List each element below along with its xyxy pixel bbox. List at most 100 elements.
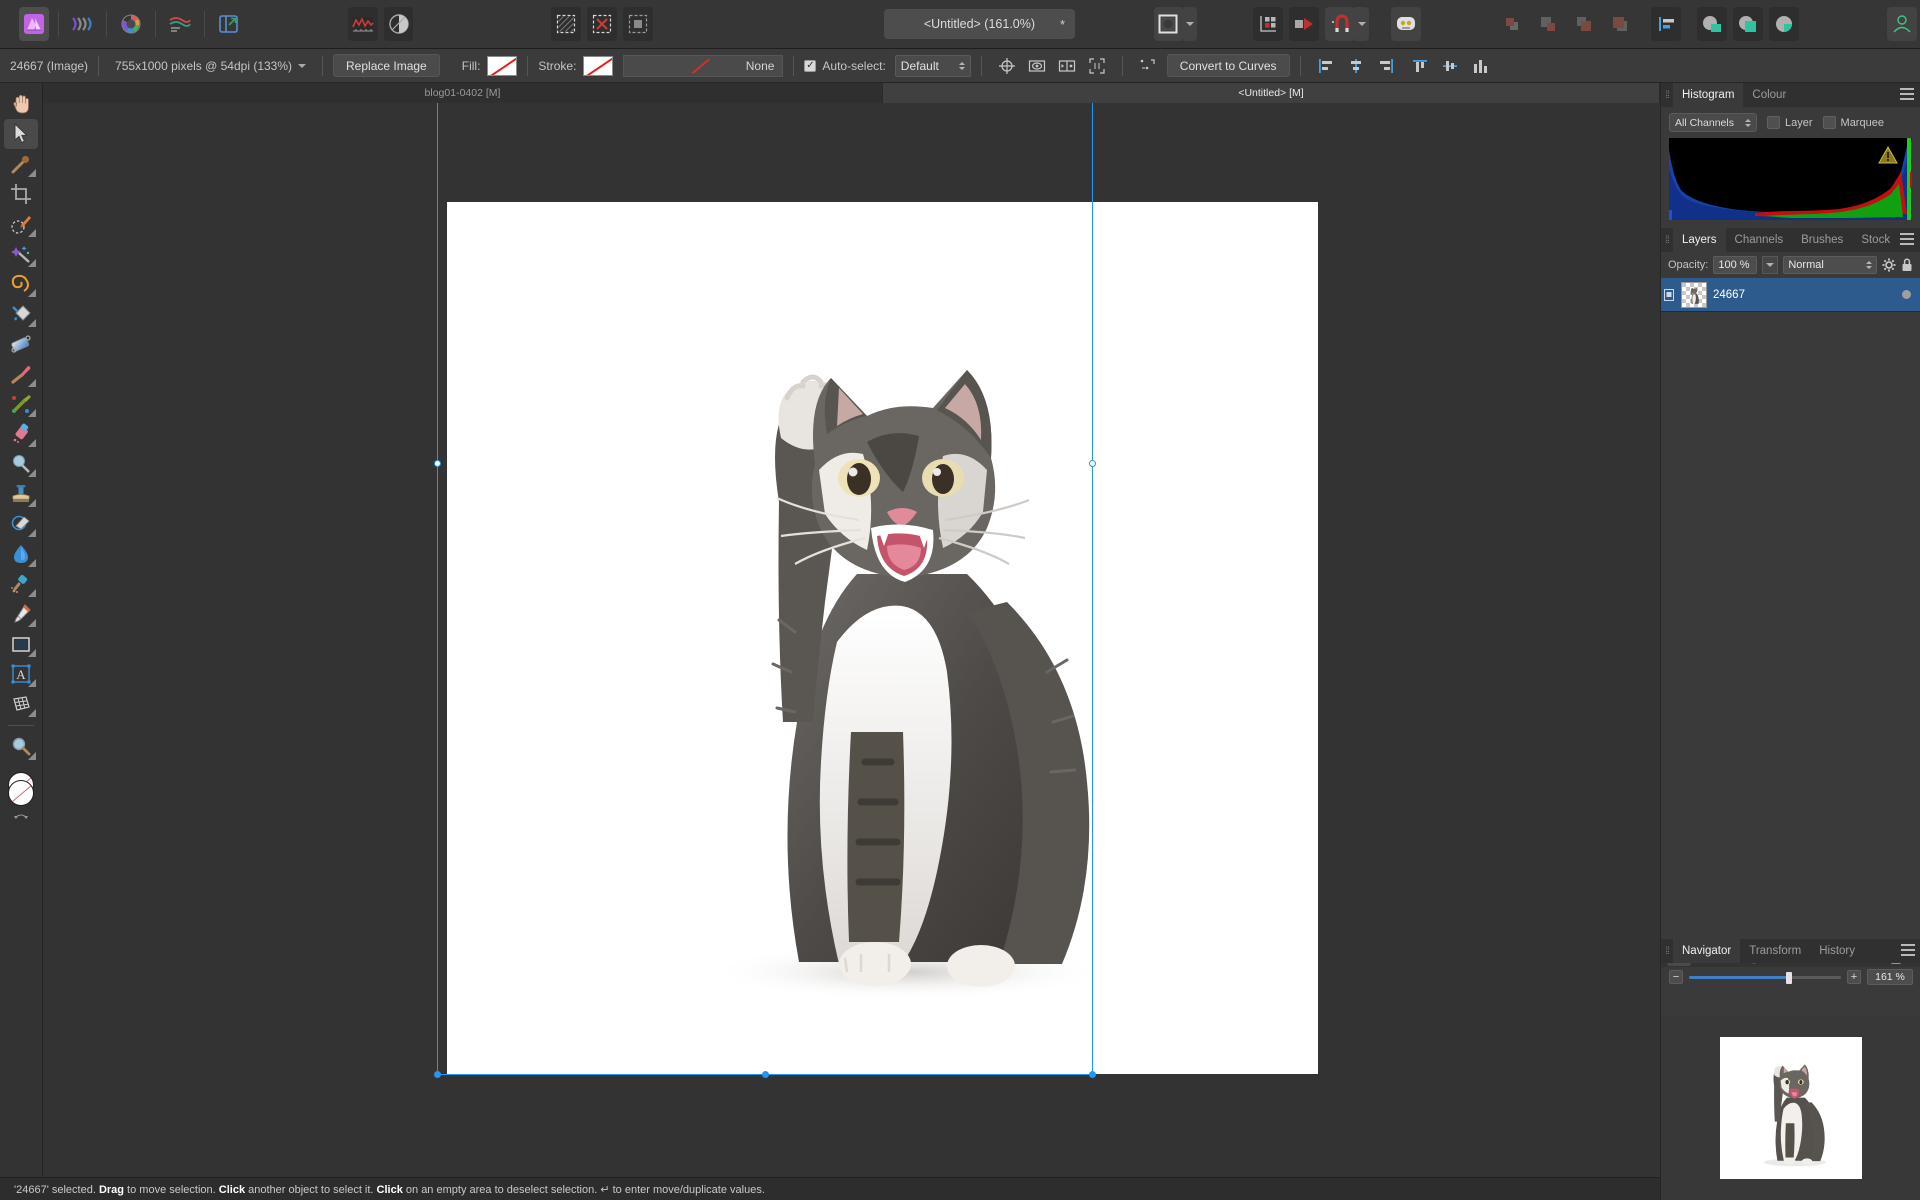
persona-tone-mapping-icon[interactable] <box>165 7 195 41</box>
align-left-icon[interactable] <box>1650 7 1681 41</box>
align-bottom-icon[interactable] <box>1467 53 1493 79</box>
gradient-tool[interactable] <box>4 329 38 359</box>
artistic-text-tool[interactable]: A <box>4 659 38 689</box>
fill-swatch[interactable] <box>487 55 518 76</box>
stroke-width-field[interactable]: None <box>623 54 784 77</box>
zoom-slider[interactable] <box>1689 971 1841 984</box>
selection-handle-bottom-left[interactable] <box>434 1071 441 1078</box>
tab-history[interactable]: History <box>1810 939 1864 963</box>
navigator-thumbnail[interactable] <box>1720 1036 1862 1179</box>
rectangle-tool[interactable] <box>4 629 38 659</box>
persona-develop-icon[interactable] <box>116 7 146 41</box>
align-middle-vertical-icon[interactable] <box>1437 53 1463 79</box>
flood-fill-tool[interactable] <box>4 299 38 329</box>
arrange-forward-icon[interactable] <box>1533 7 1563 41</box>
layers-panel-grip-icon[interactable]: ⁞⁞ <box>1661 235 1673 246</box>
inpainting-brush-tool[interactable] <box>4 509 38 539</box>
persona-liquify-icon[interactable] <box>68 7 98 41</box>
snapping-dropdown-caret[interactable] <box>1354 7 1369 41</box>
blur-brush-tool[interactable] <box>4 539 38 569</box>
tab-layers[interactable]: Layers <box>1673 228 1726 252</box>
adjustment-icon[interactable] <box>347 7 378 41</box>
swap-colours-icon[interactable] <box>12 812 30 821</box>
layer-visibility-toggle[interactable] <box>1902 290 1911 299</box>
mask-icon[interactable] <box>1153 7 1184 41</box>
paint-mixer-brush-tool[interactable] <box>4 389 38 419</box>
document-dimensions-dropdown[interactable]: 755x1000 pixels @ 54dpi (133%) <box>109 54 312 78</box>
selection-brush-tool[interactable] <box>4 209 38 239</box>
tab-histogram[interactable]: Histogram <box>1673 83 1744 107</box>
arrange-behind-icon[interactable] <box>1497 7 1527 41</box>
move-tool[interactable] <box>4 119 38 149</box>
mesh-warp-tool[interactable] <box>4 689 38 719</box>
blend-mode-select[interactable]: Normal <box>1783 256 1877 274</box>
align-right-icon[interactable] <box>1373 53 1399 79</box>
layer-thumbnail[interactable] <box>1681 281 1707 308</box>
tab-channels[interactable]: Channels <box>1726 228 1793 252</box>
persona-export-icon[interactable] <box>214 7 244 41</box>
magic-wand-tool[interactable] <box>4 239 38 269</box>
opacity-input[interactable]: 100 % <box>1713 256 1758 274</box>
auto-select-dropdown[interactable]: Default <box>894 54 971 77</box>
tab-stock[interactable]: Stock <box>1852 228 1899 252</box>
doc-tab-blog01[interactable]: blog01-0402 [M] <box>43 83 883 103</box>
tab-brushes[interactable]: Brushes <box>1792 228 1852 252</box>
crop-tool[interactable] <box>4 179 38 209</box>
layer-settings-gear-icon[interactable] <box>1882 258 1896 272</box>
boolean-subtract-icon[interactable] <box>1733 7 1764 41</box>
zoom-slider-knob[interactable] <box>1786 971 1793 984</box>
convert-to-curves-icon[interactable] <box>1135 53 1161 79</box>
image-layer-24667[interactable] <box>447 202 1318 1074</box>
selection-handle-mid-left[interactable] <box>434 460 441 467</box>
zoom-out-button[interactable]: − <box>1669 970 1683 984</box>
zoom-level-value[interactable]: 161 % <box>1867 969 1913 985</box>
deselect-icon[interactable] <box>586 7 617 41</box>
affinity-logo-icon[interactable] <box>18 7 49 41</box>
align-center-horizontal-icon[interactable] <box>1343 53 1369 79</box>
histogram-graph[interactable] <box>1669 138 1912 220</box>
snapping-grid-icon[interactable] <box>1253 7 1283 41</box>
navigator-panel-grip-icon[interactable]: ⁞⁞ <box>1661 946 1673 957</box>
show-bounds-icon[interactable] <box>1024 53 1050 79</box>
layer-lock-icon[interactable] <box>1901 258 1913 272</box>
zoom-in-button[interactable]: + <box>1847 970 1861 984</box>
live-filter-icon[interactable] <box>383 7 414 41</box>
colour-picker-tool[interactable] <box>4 149 38 179</box>
auto-select-checkbox[interactable]: ✓ <box>804 59 817 72</box>
selection-handle-bottom-center[interactable] <box>762 1071 769 1078</box>
snapping-candidate-icon[interactable] <box>1288 7 1319 41</box>
stroke-swatch[interactable] <box>583 55 614 76</box>
refine-selection-icon[interactable] <box>551 7 581 41</box>
histogram-panel-menu-icon[interactable] <box>1900 88 1914 103</box>
align-left-context-icon[interactable] <box>1313 53 1339 79</box>
doc-tab-untitled[interactable]: <Untitled> [M] <box>883 83 1660 103</box>
histogram-marquee-checkbox[interactable] <box>1822 116 1836 129</box>
assistant-icon[interactable] <box>1391 7 1421 41</box>
align-top-icon[interactable] <box>1407 53 1433 79</box>
opacity-dropdown-caret[interactable] <box>1762 256 1779 274</box>
selection-handle-bottom-right[interactable] <box>1089 1071 1096 1078</box>
zoom-tool[interactable] <box>4 732 38 762</box>
layers-panel-menu-icon[interactable] <box>1900 233 1914 248</box>
erase-brush-tool[interactable] <box>4 419 38 449</box>
table-row[interactable]: 24667 <box>1661 278 1920 312</box>
document-title-button[interactable]: <Untitled> (161.0%) * <box>883 9 1076 39</box>
mask-dropdown-caret[interactable] <box>1183 7 1198 41</box>
boolean-intersect-icon[interactable] <box>1769 7 1799 41</box>
navigator-panel-menu-icon[interactable] <box>1901 944 1915 959</box>
tab-transform[interactable]: Transform <box>1740 939 1810 963</box>
cycle-selection-box-icon[interactable] <box>1084 53 1110 79</box>
boolean-add-icon[interactable] <box>1697 7 1728 41</box>
clone-brush-tool[interactable] <box>4 479 38 509</box>
invert-selection-icon[interactable] <box>622 7 653 41</box>
tab-navigator[interactable]: Navigator <box>1673 939 1741 963</box>
transform-origin-icon[interactable] <box>994 53 1020 79</box>
account-avatar-icon[interactable] <box>1887 7 1918 41</box>
histogram-channel-select[interactable]: All Channels <box>1669 113 1757 132</box>
convert-to-curves-button[interactable]: Convert to Curves <box>1166 54 1290 77</box>
clipping-warning-icon[interactable] <box>1878 146 1898 164</box>
navigator-preview[interactable] <box>1661 1015 1920 1200</box>
selection-handle-mid-right[interactable] <box>1089 460 1096 467</box>
smudge-brush-tool[interactable] <box>4 569 38 599</box>
paint-brush-tool[interactable] <box>4 359 38 389</box>
